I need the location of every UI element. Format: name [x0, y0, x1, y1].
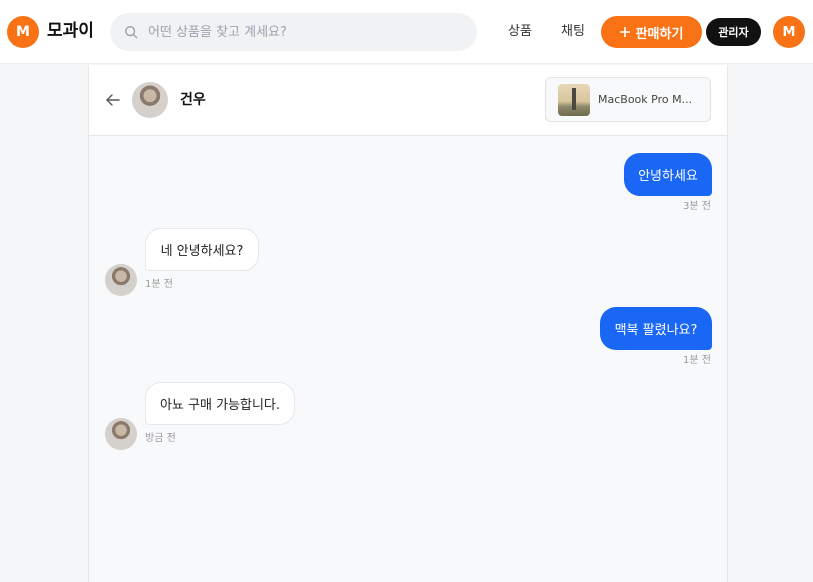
nav-chat-link[interactable]: 채팅	[561, 22, 585, 42]
message-bubble-mine: 안녕하세요	[624, 153, 712, 196]
chat-header: 건우 MacBook Pro M...	[89, 65, 727, 136]
search-icon	[125, 26, 138, 39]
search-input[interactable]	[148, 24, 458, 40]
partner-message-avatar	[105, 264, 137, 296]
message-time: 방금 전	[145, 433, 176, 444]
brand-name[interactable]: 모과이	[47, 20, 94, 42]
message-time: 1분 전	[145, 279, 173, 290]
admin-button[interactable]: 관리자	[706, 18, 761, 46]
logo-badge[interactable]: M	[7, 16, 39, 48]
arrow-left-icon	[106, 94, 120, 106]
product-thumbnail	[558, 83, 590, 116]
message-time: 1분 전	[683, 355, 711, 366]
product-title: MacBook Pro M...	[598, 93, 693, 106]
top-header: M 모과이 상품 채팅 판매하기 관리자 M	[0, 0, 813, 64]
partner-avatar[interactable]	[132, 82, 168, 118]
plus-icon	[619, 27, 630, 37]
sell-button-label: 판매하기	[635, 26, 684, 42]
message-bubble-mine: 맥북 팔렸나요?	[600, 307, 712, 350]
chat-panel: 건우 MacBook Pro M... 안녕하세요 3분 전 네 안녕하세요? …	[88, 65, 728, 582]
user-avatar[interactable]: M	[773, 16, 805, 48]
search-bar[interactable]	[110, 13, 477, 51]
partner-message-avatar	[105, 418, 137, 450]
partner-name: 건우	[180, 92, 206, 108]
product-card[interactable]: MacBook Pro M...	[545, 77, 711, 122]
back-button[interactable]	[104, 91, 122, 109]
sell-button[interactable]: 판매하기	[601, 16, 702, 48]
message-time: 3분 전	[683, 201, 711, 212]
message-bubble-partner: 네 안녕하세요?	[145, 228, 259, 271]
nav-products-link[interactable]: 상품	[508, 22, 532, 42]
message-bubble-partner: 아뇨 구매 가능합니다.	[145, 382, 295, 425]
